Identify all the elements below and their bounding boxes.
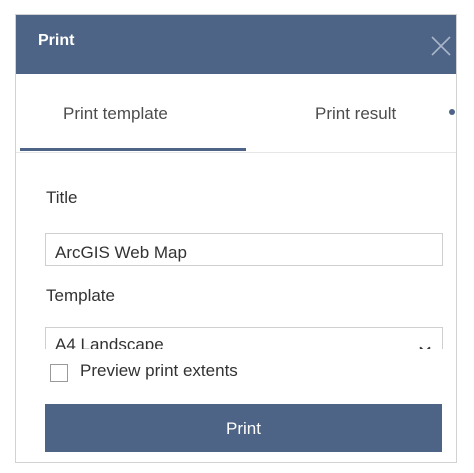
notification-dot-icon xyxy=(449,109,455,115)
print-button[interactable]: Print xyxy=(45,404,442,452)
close-icon xyxy=(431,36,451,56)
title-input[interactable] xyxy=(45,233,443,266)
print-panel: Print Print template Print result Title … xyxy=(15,14,457,463)
chevron-down-icon xyxy=(419,342,431,349)
preview-extents-checkbox[interactable] xyxy=(50,364,68,382)
panel-header: Print xyxy=(16,15,456,74)
close-button[interactable] xyxy=(426,31,456,61)
tab-print-template[interactable]: Print template xyxy=(63,104,168,124)
active-tab-indicator xyxy=(20,148,246,151)
tab-bar: Print template Print result xyxy=(16,74,456,152)
template-label: Template xyxy=(46,286,115,305)
tab-print-result[interactable]: Print result xyxy=(315,104,396,124)
template-select[interactable]: A4 Landscape xyxy=(45,327,443,349)
panel-title: Print xyxy=(38,32,75,49)
preview-extents-label: Preview print extents xyxy=(80,361,238,380)
template-select-value: A4 Landscape xyxy=(55,335,164,349)
title-label: Title xyxy=(46,188,78,207)
template-select-viewport: A4 Landscape xyxy=(45,327,443,349)
tab-divider xyxy=(16,152,456,153)
